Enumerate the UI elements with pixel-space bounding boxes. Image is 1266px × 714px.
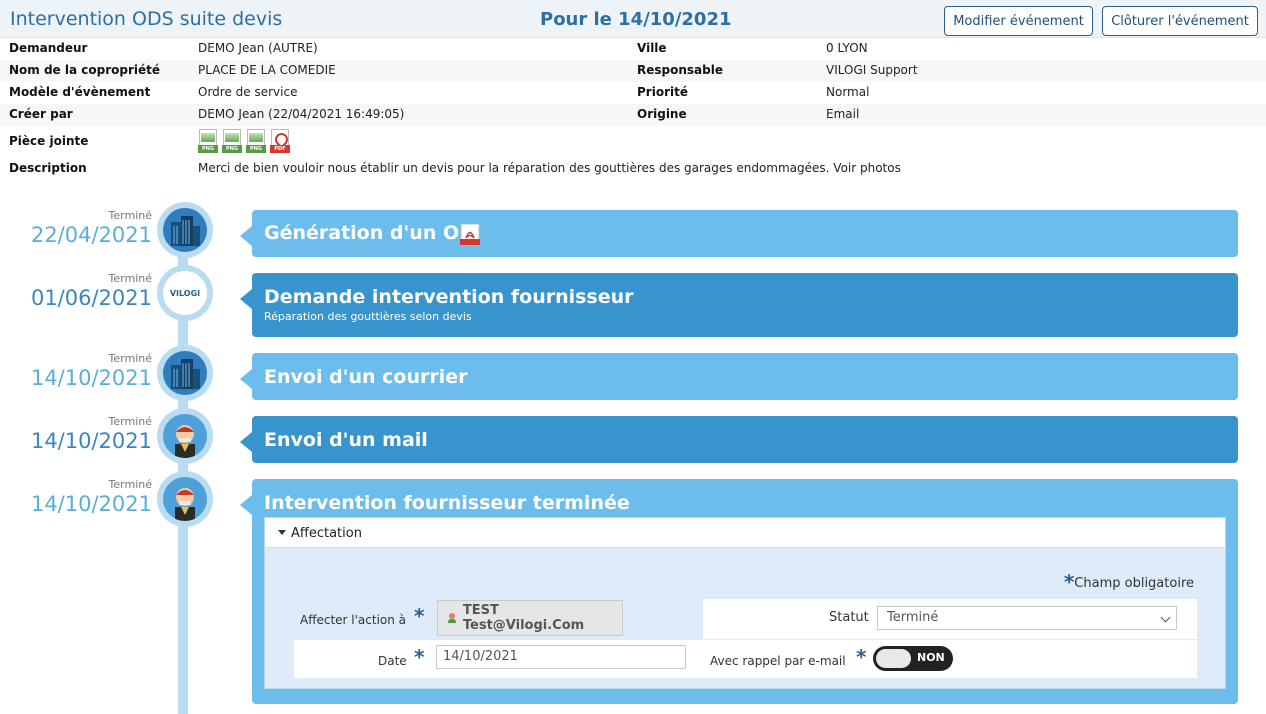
required-note: *Champ obligatoire bbox=[1063, 570, 1194, 594]
info-row: Pièce jointe PNG PNG PNG PDF bbox=[0, 126, 1266, 158]
affectation-title: Affectation bbox=[291, 526, 362, 541]
person-icon bbox=[157, 408, 213, 464]
copro-label: Nom de la copropriété bbox=[9, 63, 161, 77]
close-event-button[interactable]: Clôturer l'événement bbox=[1102, 6, 1258, 36]
timeline-date: Terminé 22/04/2021 bbox=[30, 209, 152, 247]
modify-event-button[interactable]: Modifier événement bbox=[944, 6, 1093, 36]
png-file-icon[interactable]: PNG bbox=[198, 129, 218, 153]
timeline-item-envoi-mail[interactable]: Envoi d'un mail bbox=[240, 416, 1238, 463]
timeline-date: Terminé 14/10/2021 bbox=[30, 415, 152, 453]
info-row: Modèle d'évènement Ordre de service Prio… bbox=[0, 82, 1266, 104]
timeline-item-generation-os[interactable]: Génération d'un OS bbox=[240, 210, 1238, 257]
modele-label: Modèle d'évènement bbox=[9, 85, 151, 99]
assignee-field[interactable]: TEST Test@Vilogi.Com bbox=[437, 600, 623, 636]
copro-value: PLACE DE LA COMEDIE bbox=[198, 63, 336, 77]
timeline-item-envoi-courrier[interactable]: Envoi d'un courrier bbox=[240, 353, 1238, 400]
creer-label: Créer par bbox=[9, 107, 73, 121]
pdf-file-icon[interactable]: PDF bbox=[270, 129, 290, 153]
attachment-list: PNG PNG PNG PDF bbox=[198, 129, 290, 153]
page-title: Intervention ODS suite devis bbox=[10, 8, 283, 30]
info-row: Description Merci de bien vouloir nous é… bbox=[0, 158, 1266, 184]
caret-down-icon bbox=[278, 530, 286, 535]
timeline-item-demande-intervention[interactable]: Demande intervention fournisseur Réparat… bbox=[240, 273, 1238, 337]
status-select[interactable]: Terminé bbox=[877, 606, 1177, 630]
ville-value: 0 LYON bbox=[826, 41, 868, 55]
info-row: Créer par DEMO Jean (22/04/2021 16:49:05… bbox=[0, 104, 1266, 126]
event-header: Intervention ODS suite devis Pour le 14/… bbox=[0, 0, 1266, 38]
origine-value: Email bbox=[826, 107, 860, 121]
png-file-icon[interactable]: PNG bbox=[246, 129, 266, 153]
asterisk-icon: * bbox=[1063, 570, 1075, 594]
asterisk-icon: * bbox=[414, 645, 425, 669]
ville-label: Ville bbox=[637, 41, 667, 55]
priorite-label: Priorité bbox=[637, 85, 688, 99]
timeline-date: Terminé 14/10/2021 bbox=[30, 352, 152, 390]
user-icon bbox=[448, 613, 456, 623]
description-value: Merci de bien vouloir nous établir un de… bbox=[198, 161, 901, 175]
event-date-title: Pour le 14/10/2021 bbox=[540, 9, 732, 30]
demandeur-label: Demandeur bbox=[9, 41, 88, 55]
description-label: Description bbox=[9, 161, 87, 175]
vilogi-logo-icon: VILOGI bbox=[157, 265, 213, 321]
modele-value: Ordre de service bbox=[198, 85, 298, 99]
asterisk-icon: * bbox=[856, 645, 867, 669]
creer-value: DEMO Jean (22/04/2021 16:49:05) bbox=[198, 107, 405, 121]
reminder-label: Avec rappel par e-mail bbox=[710, 654, 846, 668]
timeline-date: Terminé 14/10/2021 bbox=[30, 478, 152, 516]
piece-jointe-label: Pièce jointe bbox=[9, 134, 89, 148]
demandeur-value: DEMO Jean (AUTRE) bbox=[198, 41, 318, 55]
reminder-toggle[interactable]: NON bbox=[873, 646, 953, 671]
asterisk-icon: * bbox=[414, 604, 425, 628]
priorite-value: Normal bbox=[826, 85, 870, 99]
chevron-down-icon bbox=[1160, 612, 1171, 623]
event-info-table: Demandeur DEMO Jean (AUTRE) Ville 0 LYON… bbox=[0, 38, 1266, 184]
date-input[interactable]: 14/10/2021 bbox=[436, 645, 686, 669]
pdf-icon[interactable] bbox=[460, 223, 480, 246]
person-icon bbox=[157, 471, 213, 527]
date-label: Date bbox=[378, 654, 407, 668]
status-label: Statut bbox=[829, 610, 869, 625]
responsable-label: Responsable bbox=[637, 63, 723, 77]
affectation-panel: Affectation *Champ obligatoire Affecter … bbox=[264, 517, 1226, 689]
timeline-date: Terminé 01/06/2021 bbox=[30, 272, 152, 310]
building-icon bbox=[157, 345, 213, 401]
png-file-icon[interactable]: PNG bbox=[222, 129, 242, 153]
info-row: Demandeur DEMO Jean (AUTRE) Ville 0 LYON bbox=[0, 38, 1266, 60]
toggle-knob bbox=[876, 649, 911, 668]
assign-label: Affecter l'action à bbox=[300, 613, 407, 627]
origine-label: Origine bbox=[637, 107, 687, 121]
info-row: Nom de la copropriété PLACE DE LA COMEDI… bbox=[0, 60, 1266, 82]
affectation-header[interactable]: Affectation bbox=[265, 518, 1225, 548]
responsable-value: VILOGI Support bbox=[826, 63, 918, 77]
building-icon bbox=[157, 202, 213, 258]
